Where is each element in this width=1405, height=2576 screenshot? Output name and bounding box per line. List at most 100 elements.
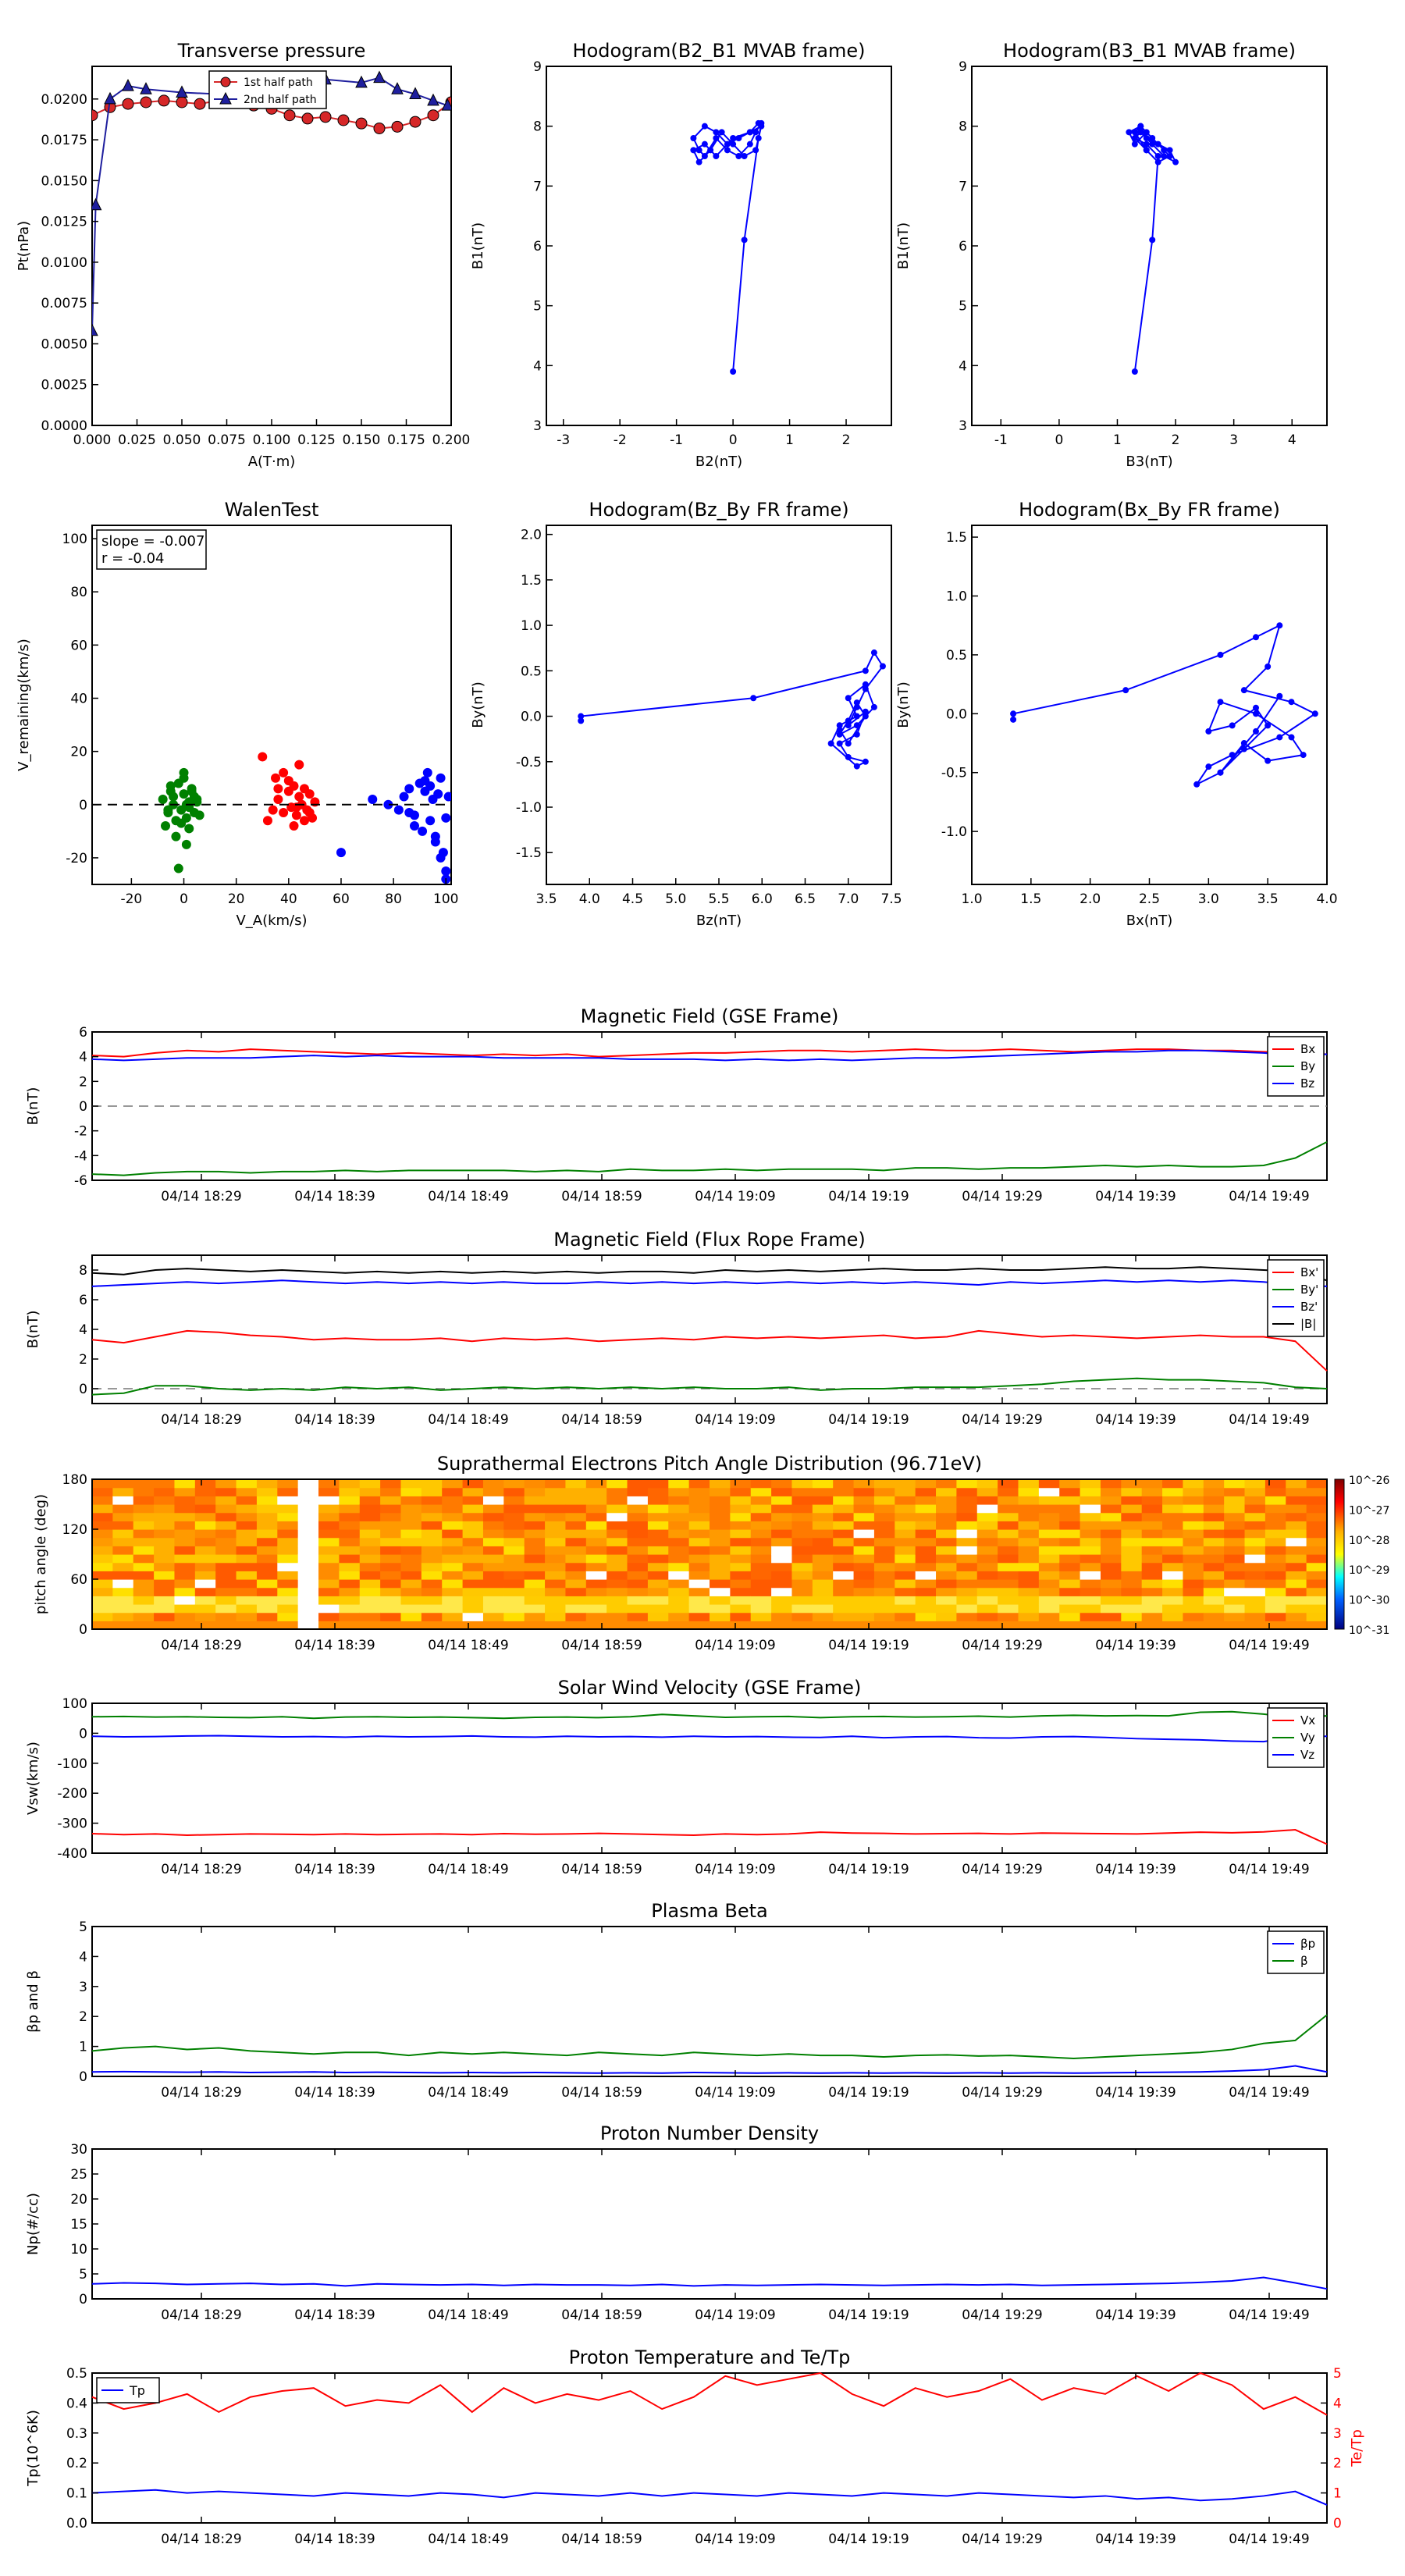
y-tick-label: 0.0100 — [41, 255, 87, 271]
heatmap-cell — [710, 1529, 731, 1539]
heatmap-cell — [112, 1479, 134, 1489]
chart-bgse: Magnetic Field (GSE Frame)-6-4-2024604/1… — [25, 1005, 1328, 1204]
heatmap-cell — [154, 1479, 176, 1489]
heatmap-cell — [688, 1529, 710, 1539]
heatmap-cell — [318, 1562, 340, 1571]
heatmap-cell — [1038, 1554, 1060, 1564]
heatmap-cell — [503, 1546, 525, 1555]
heatmap-cell — [1038, 1521, 1060, 1530]
heatmap-cell — [647, 1479, 669, 1489]
heatmap-cell — [318, 1596, 340, 1605]
heatmap-cell — [791, 1496, 813, 1505]
heatmap-cell — [688, 1504, 710, 1514]
x-tick-label: 04/14 19:29 — [962, 1638, 1042, 1653]
heatmap-cell — [1203, 1587, 1225, 1596]
data-point — [862, 681, 869, 688]
data-point — [870, 649, 877, 656]
heatmap-cell — [92, 1554, 113, 1564]
heatmap-cell — [915, 1604, 937, 1614]
heatmap-cell — [442, 1596, 464, 1605]
data-point — [695, 147, 702, 154]
heatmap-cell — [1286, 1487, 1307, 1496]
y-axis-label: Pt(nPa) — [16, 221, 32, 271]
y-tick-label: 5 — [533, 299, 542, 315]
heatmap-cell — [277, 1579, 299, 1589]
heatmap-cell — [400, 1512, 422, 1521]
x-tick-label: 04/14 18:49 — [428, 2085, 508, 2101]
heatmap-cell — [339, 1562, 361, 1571]
heatmap-cell — [1224, 1596, 1246, 1605]
data-point — [1143, 147, 1150, 154]
heatmap-cell — [1286, 1612, 1307, 1621]
heatmap-cell — [545, 1554, 567, 1564]
heatmap-cell — [462, 1529, 484, 1539]
heatmap-cell — [256, 1554, 278, 1564]
heatmap-cell — [236, 1596, 258, 1605]
heatmap-cell — [462, 1496, 484, 1505]
heatmap-cell — [133, 1571, 155, 1580]
heatmap-cell — [1306, 1562, 1328, 1571]
heatmap-cell — [627, 1571, 649, 1580]
x-tick-label: 04/14 19:09 — [695, 1862, 775, 1877]
heatmap-cell — [1059, 1587, 1081, 1596]
heatmap-cell — [873, 1487, 895, 1496]
heatmap-cell — [998, 1496, 1019, 1505]
data-point — [741, 153, 748, 159]
data-point — [176, 818, 187, 828]
heatmap-cell — [1224, 1487, 1246, 1496]
figure-canvas: Transverse pressure0.00000.00250.00500.0… — [16, 40, 1390, 2547]
heatmap-cell — [730, 1504, 752, 1514]
y-tick-label: -20 — [66, 851, 87, 866]
heatmap-cell — [545, 1504, 567, 1514]
heatmap-cell — [1264, 1579, 1286, 1589]
heatmap-cell — [647, 1496, 669, 1505]
heatmap-cell — [1018, 1546, 1040, 1555]
heatmap-cell — [647, 1621, 669, 1630]
heatmap-cell — [627, 1537, 649, 1546]
series-line — [91, 2014, 1328, 2059]
heatmap-cell — [1121, 1612, 1143, 1621]
heatmap-cell — [956, 1587, 978, 1596]
heatmap-cell — [442, 1479, 464, 1489]
y-tick-label: -4 — [74, 1148, 87, 1164]
heatmap-cell — [791, 1587, 813, 1596]
heatmap-cell — [1038, 1512, 1060, 1521]
heatmap-cell — [833, 1546, 855, 1555]
heatmap-cell — [710, 1562, 731, 1571]
data-point — [701, 141, 708, 148]
data-point — [741, 237, 748, 244]
heatmap-cell — [1286, 1479, 1307, 1489]
heatmap-cell — [565, 1546, 587, 1555]
heatmap-cell — [812, 1546, 834, 1555]
heatmap-cell — [750, 1554, 772, 1564]
heatmap-cell — [92, 1504, 113, 1514]
x-tick-label: 04/14 18:49 — [428, 2532, 508, 2547]
data-point — [262, 816, 272, 826]
heatmap-cell — [750, 1504, 772, 1514]
y-axis-label: pitch angle (deg) — [33, 1494, 49, 1614]
heatmap-cell — [318, 1554, 340, 1564]
heatmap-cell — [380, 1537, 402, 1546]
heatmap-cell — [112, 1529, 134, 1539]
heatmap-cell — [668, 1504, 690, 1514]
heatmap-cell — [400, 1571, 422, 1580]
heatmap-cell — [524, 1496, 546, 1505]
heatmap-cell — [730, 1521, 752, 1530]
heatmap-cell — [1121, 1512, 1143, 1521]
data-point — [1205, 728, 1212, 735]
heatmap-cell — [359, 1521, 381, 1530]
heatmap-cell — [853, 1529, 875, 1539]
heatmap-cell — [730, 1487, 752, 1496]
heatmap-cell — [297, 1604, 319, 1614]
y-tick-label: 0.5 — [521, 664, 542, 679]
plot-frame — [91, 1703, 1328, 1854]
heatmap-cell — [710, 1496, 731, 1505]
heatmap-cell — [606, 1554, 628, 1564]
y-tick-label: 2 — [79, 2009, 87, 2025]
heatmap-cell — [565, 1562, 587, 1571]
x-tick-label: 04/14 18:49 — [428, 1638, 508, 1653]
data-point — [279, 767, 289, 777]
x-tick-label: 04/14 18:29 — [161, 2085, 241, 2101]
x-axis-label: V_A(km/s) — [236, 913, 307, 929]
heatmap-cell — [92, 1621, 113, 1630]
